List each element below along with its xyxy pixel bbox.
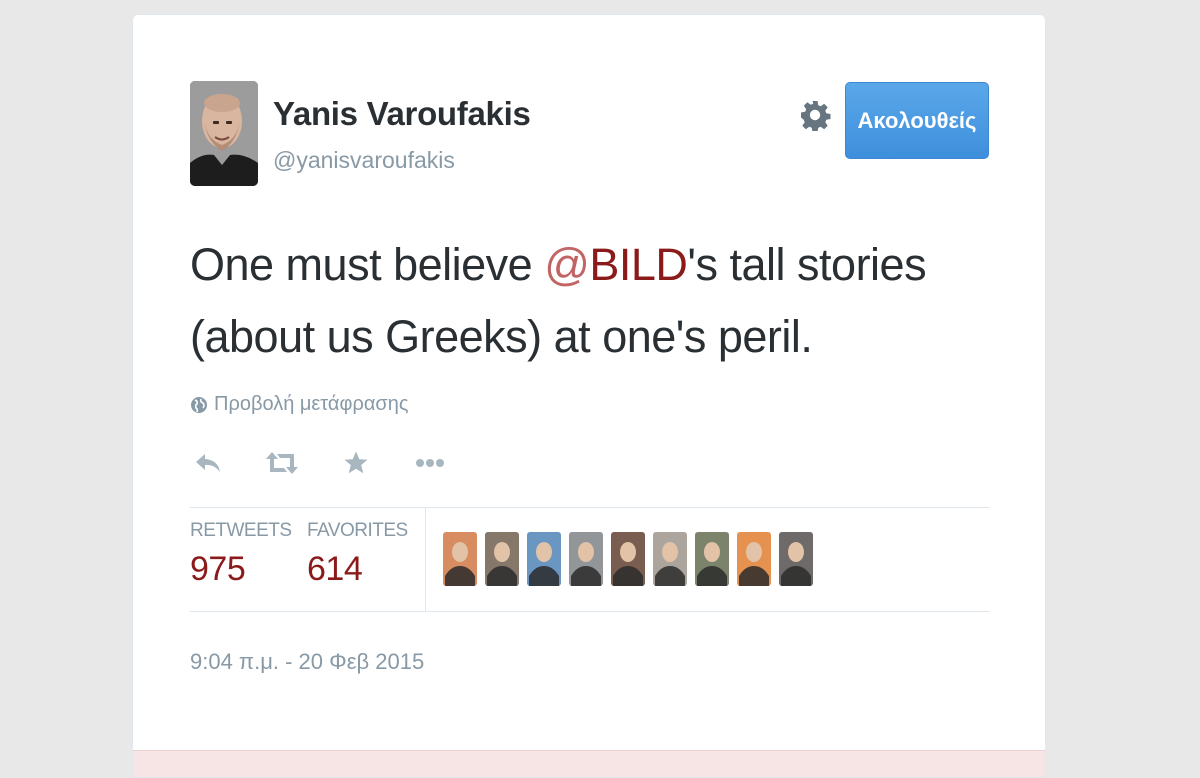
- following-button[interactable]: Ακολουθείς: [845, 82, 989, 159]
- user-avatar-icon: [737, 532, 771, 586]
- divider-top: [190, 507, 990, 508]
- favoriter-avatar[interactable]: [737, 532, 771, 586]
- gear-icon[interactable]: [799, 99, 831, 132]
- mention-name: BILD: [589, 239, 688, 290]
- tweet-text-before: One must believe: [190, 239, 545, 290]
- mention-at: @: [544, 239, 590, 290]
- user-avatar-icon: [779, 532, 813, 586]
- user-handle[interactable]: @yanisvaroufakis: [273, 147, 455, 174]
- user-name[interactable]: Yanis Varoufakis: [273, 95, 531, 133]
- favoriter-avatar[interactable]: [611, 532, 645, 586]
- profile-avatar[interactable]: [190, 81, 258, 186]
- user-avatar-icon: [569, 532, 603, 586]
- favoriter-avatar[interactable]: [569, 532, 603, 586]
- user-avatar-icon: [611, 532, 645, 586]
- reply-icon[interactable]: [190, 445, 226, 481]
- more-icon[interactable]: [412, 445, 448, 481]
- view-translation-link[interactable]: Προβολή μετάφρασης: [190, 393, 409, 416]
- view-translation-label: Προβολή μετάφρασης: [214, 393, 409, 415]
- divider-bottom: [190, 611, 990, 612]
- card-footer: [133, 750, 1045, 777]
- tweet-actions: [190, 445, 448, 481]
- profile-photo: [190, 81, 258, 186]
- tweet-text: One must believe @BILD's tall stories (a…: [190, 229, 950, 373]
- user-avatar-icon: [695, 532, 729, 586]
- favorites-label: FAVORITES: [307, 520, 408, 541]
- user-avatar-icon: [443, 532, 477, 586]
- globe-icon: [191, 396, 207, 413]
- favoriter-avatars: [443, 532, 813, 586]
- stats-divider: [425, 508, 426, 611]
- favoriter-avatar[interactable]: [779, 532, 813, 586]
- favoriter-avatar[interactable]: [443, 532, 477, 586]
- mention-link[interactable]: @BILD: [544, 239, 688, 290]
- retweets-stat[interactable]: RETWEETS 975: [190, 520, 292, 589]
- tweet-timestamp[interactable]: 9:04 π.μ. - 20 Φεβ 2015: [190, 649, 424, 675]
- favoriter-avatar[interactable]: [485, 532, 519, 586]
- favorites-stat[interactable]: FAVORITES 614: [307, 520, 408, 589]
- star-icon[interactable]: [338, 445, 374, 481]
- retweets-label: RETWEETS: [190, 520, 292, 541]
- retweet-icon[interactable]: [264, 445, 300, 481]
- retweets-count: 975: [190, 550, 246, 588]
- favoriter-avatar[interactable]: [653, 532, 687, 586]
- user-avatar-icon: [653, 532, 687, 586]
- favoriter-avatar[interactable]: [527, 532, 561, 586]
- user-avatar-icon: [527, 532, 561, 586]
- user-avatar-icon: [485, 532, 519, 586]
- favorites-count: 614: [307, 550, 363, 588]
- tweet-card: Yanis Varoufakis @yanisvaroufakis Ακολου…: [132, 14, 1046, 778]
- favoriter-avatar[interactable]: [695, 532, 729, 586]
